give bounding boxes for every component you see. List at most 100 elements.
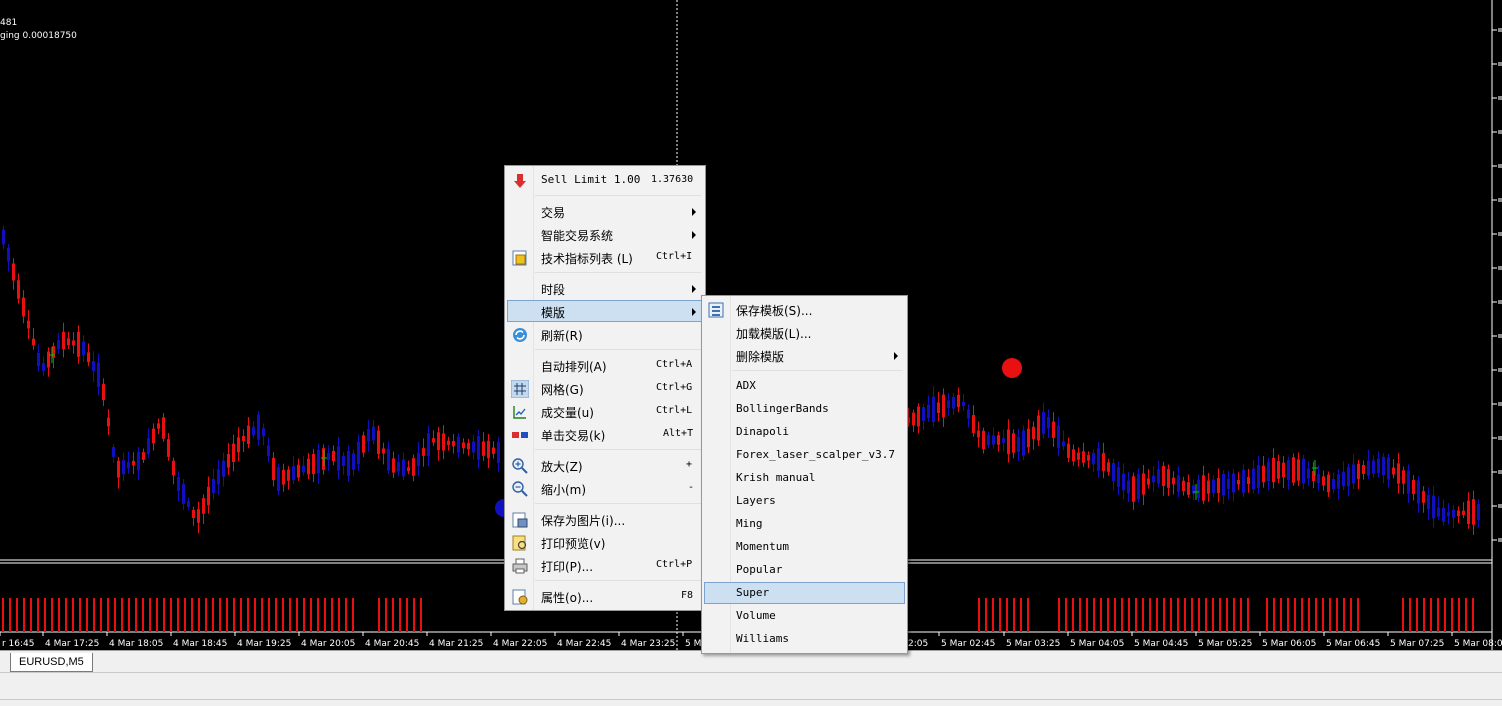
candle-body <box>1302 458 1305 484</box>
indicator-bar <box>1336 598 1338 632</box>
chart-context-menu: Sell Limit 1.00 1.37630 交易 智能交易系统 技术指标列表… <box>504 165 706 611</box>
menu-item-template[interactable]: 模版 <box>507 300 703 322</box>
menu-item-grid[interactable]: 网格(G) Ctrl+G <box>507 377 703 399</box>
candle-body <box>1442 507 1445 522</box>
template-item-ming[interactable]: Ming <box>704 513 905 535</box>
candle-body <box>262 428 265 437</box>
menu-item-zoom-out[interactable]: 缩小(m) - <box>507 477 703 499</box>
candle-body <box>177 477 180 491</box>
candle-body <box>142 452 145 460</box>
candle-body <box>157 423 160 429</box>
submenu-item-load-template[interactable]: 加载模版(L)... <box>704 321 905 343</box>
menu-item-print-preview[interactable]: 打印预览(v) <box>507 531 703 553</box>
indicator-bar <box>114 598 116 632</box>
candle-body <box>1427 494 1430 510</box>
print-icon <box>512 558 528 574</box>
indicator-bar <box>163 598 165 632</box>
indicator-bar <box>261 598 263 632</box>
candle-body <box>182 484 185 504</box>
candle-body <box>362 435 365 453</box>
indicator-bar <box>191 598 193 632</box>
indicator-bar <box>331 598 333 632</box>
template-item-dinapoli[interactable]: Dinapoli <box>704 421 905 443</box>
time-axis-label: 5 Mar 04:45 <box>1134 639 1188 649</box>
template-item-super[interactable]: Super <box>704 582 905 604</box>
template-item-forex-laser-scalper[interactable]: Forex_laser_scalper_v3.7 <box>704 444 905 466</box>
candle-body <box>1267 461 1270 482</box>
candle-body <box>1027 428 1030 448</box>
indicator-bar <box>212 598 214 632</box>
submenu-item-save-template[interactable]: 保存模板(S)... <box>704 298 905 320</box>
menu-item-refresh[interactable]: 刷新(R) <box>507 323 703 345</box>
template-item-bollingerbands[interactable]: BollingerBands <box>704 398 905 420</box>
candle-body <box>1257 465 1260 488</box>
candle-body <box>1247 476 1250 485</box>
indicator-bar <box>37 598 39 632</box>
candle-body <box>197 509 200 523</box>
candle-body <box>1012 433 1015 453</box>
time-axis-label: 5 Mar 06:05 <box>1262 639 1316 649</box>
template-item-layers[interactable]: Layers <box>704 490 905 512</box>
indicator-bar <box>1308 598 1310 632</box>
indicator-bar <box>79 598 81 632</box>
indicator-bar <box>1301 598 1303 632</box>
indicator-bar <box>177 598 179 632</box>
candle-body <box>492 447 495 454</box>
template-item-williams[interactable]: Williams <box>704 628 905 650</box>
indicator-bar <box>128 598 130 632</box>
candle-body <box>1317 473 1320 484</box>
chart-tab-eurusd[interactable]: EURUSD,M5 <box>10 653 93 672</box>
candle-body <box>427 433 430 456</box>
menu-item-properties[interactable]: 属性(o)... F8 <box>507 585 703 607</box>
template-item-momentum[interactable]: Momentum <box>704 536 905 558</box>
candle-body <box>1042 411 1045 435</box>
indicator-bar <box>1343 598 1345 632</box>
indicator-bar <box>198 598 200 632</box>
price-axis-label-stub <box>1498 470 1502 474</box>
submenu-item-delete-template[interactable]: 删除模版 <box>704 344 905 366</box>
indicator-bar <box>1280 598 1282 632</box>
indicator-bar <box>16 598 18 632</box>
indicator-bar <box>1409 598 1411 632</box>
candle-body <box>1367 460 1370 476</box>
candle-body <box>987 434 990 446</box>
candle-body <box>247 425 250 444</box>
template-item-popular[interactable]: Popular <box>704 559 905 581</box>
indicator-bar <box>1013 598 1015 632</box>
candle-body <box>212 478 215 494</box>
menu-item-auto-arrange[interactable]: 自动排列(A) Ctrl+A <box>507 354 703 376</box>
menu-item-print[interactable]: 打印(P)... Ctrl+P <box>507 554 703 576</box>
indicator-bar <box>985 598 987 632</box>
candle-body <box>357 441 360 464</box>
menu-item-trade[interactable]: 交易 <box>507 200 703 222</box>
indicator-bar <box>399 598 401 632</box>
indicator-bar <box>1205 598 1207 632</box>
menu-item-sell-limit[interactable]: Sell Limit 1.00 1.37630 <box>507 169 703 191</box>
candle-body <box>1217 477 1220 494</box>
indicator-bar <box>1322 598 1324 632</box>
menu-item-zoom-in[interactable]: 放大(Z) + <box>507 454 703 476</box>
time-axis-label: 4 Mar 21:25 <box>429 639 483 649</box>
indicator-bar <box>406 598 408 632</box>
time-axis-label: 4 Mar 18:05 <box>109 639 163 649</box>
menu-item-periods[interactable]: 时段 <box>507 277 703 299</box>
menu-item-save-as-picture[interactable]: 保存为图片(i)... <box>507 508 703 530</box>
status-bar <box>0 672 1502 706</box>
candle-body <box>17 280 20 299</box>
menu-item-volumes[interactable]: 成交量(u) Ctrl+L <box>507 400 703 422</box>
zoom-out-icon <box>512 481 528 497</box>
menu-item-one-click-trading[interactable]: 单击交易(k) Alt+T <box>507 423 703 445</box>
indicator-bar <box>86 598 88 632</box>
template-item-adx[interactable]: ADX <box>704 375 905 397</box>
indicator-bar <box>1458 598 1460 632</box>
candle-body <box>1407 470 1410 494</box>
template-item-krish-manual[interactable]: Krish manual <box>704 467 905 489</box>
menu-item-expert-advisors[interactable]: 智能交易系统 <box>507 223 703 245</box>
indicator-bar <box>1266 598 1268 632</box>
template-item-volume[interactable]: Volume <box>704 605 905 627</box>
candle-body <box>1037 415 1040 441</box>
candle-body <box>1467 500 1470 525</box>
indicator-bar <box>1142 598 1144 632</box>
candle-body <box>1207 480 1210 494</box>
menu-item-indicators-list[interactable]: 技术指标列表 (L) Ctrl+I <box>507 246 703 268</box>
